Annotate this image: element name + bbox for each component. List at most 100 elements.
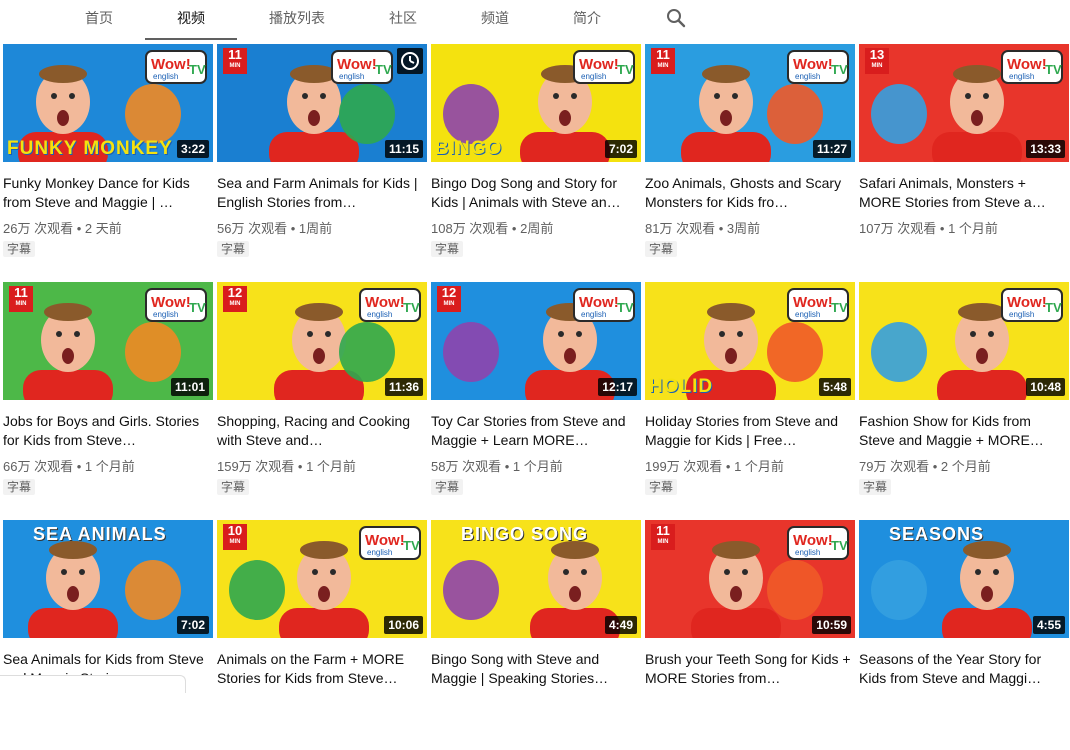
svg-text:english: english bbox=[1009, 72, 1034, 81]
video-thumbnail[interactable]: Wow! english TV HOLID 5:48 bbox=[645, 282, 855, 400]
minutes-badge: 12 MIN bbox=[223, 286, 247, 312]
video-card[interactable]: Wow!englishTVSEASONS4:55 Seasons of the Y… bbox=[859, 520, 1069, 750]
video-title[interactable]: Animals on the Farm + MORE Stories for K… bbox=[217, 650, 427, 688]
subtitles-badge: 字幕 bbox=[645, 479, 678, 495]
minutes-label: MIN bbox=[657, 539, 669, 545]
video-duration: 4:55 bbox=[1032, 616, 1065, 634]
video-title[interactable]: Bingo Song with Steve and Maggie | Speak… bbox=[431, 650, 641, 688]
video-duration: 7:02 bbox=[176, 616, 209, 634]
tab-community[interactable]: 社区 bbox=[368, 0, 438, 40]
video-card[interactable]: 12 MIN Wow! english TV 12:17 Toy Car Stories f… bbox=[431, 282, 641, 512]
search-icon[interactable] bbox=[664, 6, 688, 30]
video-card[interactable]: 10 MIN Wow! english TV 10:06 Animals on the Fa… bbox=[217, 520, 427, 750]
svg-text:english: english bbox=[153, 310, 178, 319]
video-meta: 66万 次观看 • 1 个月前 bbox=[3, 459, 213, 475]
video-card[interactable]: 11 MIN Wow! english TV 10:59 Brush your Teeth … bbox=[645, 520, 855, 750]
tab-about[interactable]: 简介 bbox=[552, 0, 622, 40]
wow-english-tv-logo: Wow! english TV bbox=[1001, 288, 1063, 322]
wow-english-tv-logo: Wow! english TV bbox=[331, 50, 393, 84]
video-title[interactable]: Funky Monkey Dance for Kids from Steve a… bbox=[3, 174, 213, 212]
thumbnail-caption: HOLID bbox=[649, 376, 714, 397]
svg-text:Wow!: Wow! bbox=[793, 532, 833, 549]
video-thumbnail[interactable]: Wow!englishTVSEASONS4:55 bbox=[859, 520, 1069, 638]
subtitles-badge: 字幕 bbox=[3, 241, 36, 257]
video-card[interactable]: Wow!englishTVSEA ANIMALS7:02Sea Animals … bbox=[3, 520, 213, 750]
minutes-badge: 13 MIN bbox=[865, 48, 889, 74]
video-card[interactable]: Wow! english TV BINGO 7:02 Bingo Dog Song and… bbox=[431, 44, 641, 274]
minutes-badge: 11 MIN bbox=[651, 48, 675, 74]
svg-text:english: english bbox=[1009, 310, 1034, 319]
wow-english-tv-logo: Wow! english TV bbox=[573, 50, 635, 84]
svg-text:Wow!: Wow! bbox=[151, 56, 191, 73]
svg-text:Wow!: Wow! bbox=[793, 294, 833, 311]
video-card[interactable]: 11 MIN Wow! english TV 11:27 Zoo Animals, Ghos… bbox=[645, 44, 855, 274]
tab-playlists[interactable]: 播放列表 bbox=[252, 0, 342, 40]
video-title[interactable]: Safari Animals, Monsters + MORE Stories … bbox=[859, 174, 1069, 212]
wow-english-tv-logo: Wow! english TV bbox=[1001, 50, 1063, 84]
video-title[interactable]: Shopping, Racing and Cooking with Steve … bbox=[217, 412, 427, 450]
svg-text:TV: TV bbox=[831, 62, 848, 77]
subtitles-badge: 字幕 bbox=[431, 241, 464, 257]
svg-text:Wow!: Wow! bbox=[579, 56, 619, 73]
video-thumbnail[interactable]: Wow!englishTVBINGO SONG4:49 bbox=[431, 520, 641, 638]
meta-separator: • bbox=[73, 221, 85, 236]
video-title[interactable]: Toy Car Stories from Steve and Maggie + … bbox=[431, 412, 641, 450]
video-thumbnail[interactable]: 12 MIN Wow! english TV 12:17 bbox=[431, 282, 641, 400]
video-title[interactable]: Jobs for Boys and Girls. Stories for Kid… bbox=[3, 412, 213, 450]
svg-text:Wow!: Wow! bbox=[151, 294, 191, 311]
video-title[interactable]: Seasons of the Year Story for Kids from … bbox=[859, 650, 1069, 688]
view-count: 58万 次观看 bbox=[431, 459, 502, 474]
video-card[interactable]: Wow! english TV 10:48 Fashion Show for Kids … bbox=[859, 282, 1069, 512]
video-title[interactable]: Holiday Stories from Steve and Maggie fo… bbox=[645, 412, 855, 450]
video-thumbnail[interactable]: Wow!englishTVSEA ANIMALS7:02 bbox=[3, 520, 213, 638]
video-thumbnail[interactable]: Wow! english TV BINGO 7:02 bbox=[431, 44, 641, 162]
svg-text:Wow!: Wow! bbox=[579, 294, 619, 311]
view-count: 79万 次观看 bbox=[859, 459, 930, 474]
video-thumbnail[interactable]: 11 MIN Wow! english TV 11:27 bbox=[645, 44, 855, 162]
video-title[interactable]: Fashion Show for Kids from Steve and Mag… bbox=[859, 412, 1069, 450]
minutes-value: 12 bbox=[441, 285, 457, 300]
minutes-label: MIN bbox=[229, 539, 241, 545]
video-card[interactable]: 13 MIN Wow! english TV 13:33 Safari Animals, M… bbox=[859, 44, 1069, 274]
video-thumbnail[interactable]: 11 MIN Wow! english TV 11:15 bbox=[217, 44, 427, 162]
thumbnail-caption: SEA ANIMALS bbox=[33, 524, 167, 544]
meta-separator: • bbox=[73, 459, 85, 474]
video-meta: 108万 次观看 • 2周前 bbox=[431, 221, 641, 237]
tab-videos[interactable]: 视频 bbox=[154, 0, 228, 40]
wow-english-tv-logo: Wow! english TV bbox=[359, 526, 421, 560]
video-title[interactable]: Sea and Farm Animals for Kids | English … bbox=[217, 174, 427, 212]
tab-home[interactable]: 首页 bbox=[64, 0, 134, 40]
video-thumbnail[interactable]: Wow! english TV FUNKY MONKEY 3:22 bbox=[3, 44, 213, 162]
subtitles-badge: 字幕 bbox=[3, 479, 36, 495]
video-title[interactable]: Brush your Teeth Song for Kids + MORE St… bbox=[645, 650, 855, 688]
video-thumbnail[interactable]: 10 MIN Wow! english TV 10:06 bbox=[217, 520, 427, 638]
video-card[interactable]: Wow!englishTVBINGO SONG4:49 Bingo Song wi… bbox=[431, 520, 641, 750]
svg-text:TV: TV bbox=[617, 62, 634, 77]
video-thumbnail[interactable]: Wow! english TV 10:48 bbox=[859, 282, 1069, 400]
minutes-label: MIN bbox=[657, 63, 669, 69]
upload-age: 2周前 bbox=[520, 221, 554, 236]
svg-text:TV: TV bbox=[403, 538, 420, 553]
video-card[interactable]: 11 MIN Wow! english TV 11:01 Jobs for Boys and… bbox=[3, 282, 213, 512]
video-meta: 199万 次观看 • 1 个月前 bbox=[645, 459, 855, 475]
tab-channels[interactable]: 频道 bbox=[460, 0, 530, 40]
minutes-label: MIN bbox=[15, 301, 27, 307]
minutes-badge: 10 MIN bbox=[223, 524, 247, 550]
video-card[interactable]: Wow! english TV FUNKY MONKEY 3:22 Funky Monke… bbox=[3, 44, 213, 274]
upload-age: 3周前 bbox=[726, 221, 761, 236]
video-thumbnail[interactable]: 12 MIN Wow! english TV 11:36 bbox=[217, 282, 427, 400]
video-card[interactable]: 12 MIN Wow! english TV 11:36 Shopping, Racing … bbox=[217, 282, 427, 512]
video-card[interactable]: 11 MIN Wow! english TV 11:15 Sea and Farm Anim… bbox=[217, 44, 427, 274]
video-thumbnail[interactable]: 11 MIN Wow! english TV 10:59 bbox=[645, 520, 855, 638]
video-duration: 3:22 bbox=[176, 140, 209, 158]
video-title[interactable]: Zoo Animals, Ghosts and Scary Monsters f… bbox=[645, 174, 855, 212]
video-thumbnail[interactable]: 13 MIN Wow! english TV 13:33 bbox=[859, 44, 1069, 162]
video-thumbnail[interactable]: 11 MIN Wow! english TV 11:01 bbox=[3, 282, 213, 400]
minutes-label: MIN bbox=[229, 301, 241, 307]
thumbnail-caption: BINGO SONG bbox=[461, 524, 589, 544]
upload-age: 1 个月前 bbox=[306, 459, 356, 474]
watch-later-icon[interactable] bbox=[397, 48, 423, 74]
video-title[interactable]: Bingo Dog Song and Story for Kids | Anim… bbox=[431, 174, 641, 212]
video-card[interactable]: Wow! english TV HOLID 5:48 Holiday Stories fr… bbox=[645, 282, 855, 512]
wow-english-tv-logo: Wow! english TV bbox=[787, 288, 849, 322]
